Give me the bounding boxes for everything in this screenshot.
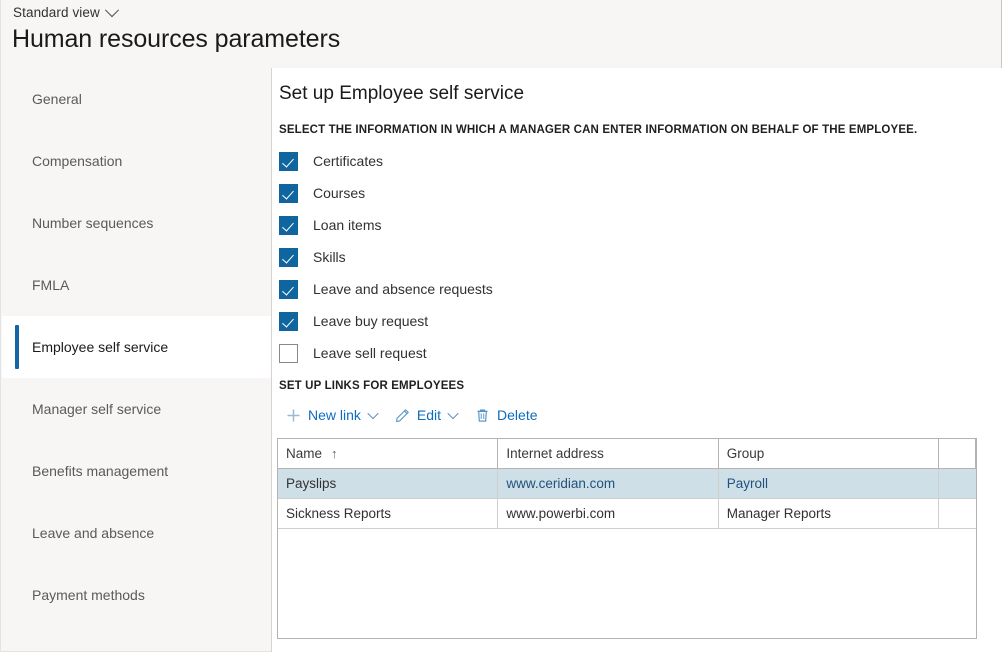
column-header-empty xyxy=(939,439,976,468)
cell-internet-address[interactable]: www.ceridian.com xyxy=(498,469,718,498)
cell-name[interactable]: Payslips xyxy=(278,469,498,498)
checkbox-label: Leave sell request xyxy=(313,345,427,361)
grid-toolbar: New link Edit Delete xyxy=(277,399,1002,431)
checkbox-list: Certificates Courses Loan items Skills L… xyxy=(279,145,1002,369)
column-header-group[interactable]: Group xyxy=(719,439,939,468)
checkbox-row-leave-buy-request[interactable]: Leave buy request xyxy=(279,305,1002,337)
checkbox-leave-sell-request[interactable] xyxy=(279,344,298,363)
checkbox-row-leave-and-absence-requests[interactable]: Leave and absence requests xyxy=(279,273,1002,305)
checkbox-row-leave-sell-request[interactable]: Leave sell request xyxy=(279,337,1002,369)
content-panel: Set up Employee self service SELECT THE … xyxy=(271,68,1002,652)
sidebar-item-employee-self-service[interactable]: Employee self service xyxy=(2,316,271,378)
cell-empty xyxy=(939,469,976,498)
sidebar-item-fmla[interactable]: FMLA xyxy=(2,254,271,316)
checkbox-label: Loan items xyxy=(313,217,381,233)
page-title: Human resources parameters xyxy=(12,25,340,54)
checkbox-leave-and-absence-requests[interactable] xyxy=(279,280,298,299)
sidebar-item-benefits-management[interactable]: Benefits management xyxy=(2,440,271,502)
edit-button[interactable]: Edit xyxy=(386,400,466,430)
checkbox-loan-items[interactable] xyxy=(279,216,298,235)
checkbox-skills[interactable] xyxy=(279,248,298,267)
grid-empty-area xyxy=(277,529,977,639)
sidebar-item-label: Leave and absence xyxy=(32,525,154,541)
checkbox-row-loan-items[interactable]: Loan items xyxy=(279,209,1002,241)
cell-group[interactable]: Manager Reports xyxy=(719,499,939,528)
checkbox-courses[interactable] xyxy=(279,184,298,203)
view-selector-label: Standard view xyxy=(13,5,100,20)
checkbox-label: Skills xyxy=(313,249,346,265)
sidebar-item-label: Manager self service xyxy=(32,401,161,417)
delete-button[interactable]: Delete xyxy=(466,400,546,430)
new-link-label: New link xyxy=(308,407,361,423)
sidebar-item-label: Number sequences xyxy=(32,215,153,231)
checkbox-label: Leave and absence requests xyxy=(313,281,493,297)
pencil-icon xyxy=(395,408,410,423)
section-title: Set up Employee self service xyxy=(279,83,1002,105)
grid-header-row: Name ↑ Internet address Group xyxy=(278,439,976,469)
selection-accent-bar xyxy=(15,325,19,369)
sidebar-item-label: Benefits management xyxy=(32,463,168,479)
sidebar-item-label: FMLA xyxy=(32,277,69,293)
column-header-label: Internet address xyxy=(506,446,604,461)
checkbox-label: Courses xyxy=(313,185,365,201)
cell-name[interactable]: Sickness Reports xyxy=(278,499,498,528)
sidebar-item-label: Compensation xyxy=(32,153,122,169)
checkbox-leave-buy-request[interactable] xyxy=(279,312,298,331)
chevron-down-icon xyxy=(447,408,458,419)
sidebar-item-general[interactable]: General xyxy=(2,68,271,130)
checkbox-label: Leave buy request xyxy=(313,313,428,329)
sidebar-item-compensation[interactable]: Compensation xyxy=(2,130,271,192)
checkbox-row-skills[interactable]: Skills xyxy=(279,241,1002,273)
trash-icon xyxy=(475,408,490,423)
cell-group[interactable]: Payroll xyxy=(719,469,939,498)
table-row[interactable]: Payslips www.ceridian.com Payroll xyxy=(278,469,976,499)
plus-icon xyxy=(286,408,301,423)
sidebar-item-leave-and-absence[interactable]: Leave and absence xyxy=(2,502,271,564)
sidebar-item-label: Employee self service xyxy=(32,339,168,355)
edit-label: Edit xyxy=(417,407,441,423)
column-header-internet-address[interactable]: Internet address xyxy=(498,439,718,468)
sidebar-item-label: Payment methods xyxy=(32,587,145,603)
checkbox-certificates[interactable] xyxy=(279,152,298,171)
app-window: Standard view Human resources parameters… xyxy=(0,0,1002,652)
column-header-label: Name xyxy=(286,446,322,461)
chevron-down-icon xyxy=(105,3,119,17)
new-link-button[interactable]: New link xyxy=(277,400,386,430)
checkbox-label: Certificates xyxy=(313,153,383,169)
checkbox-row-certificates[interactable]: Certificates xyxy=(279,145,1002,177)
delete-label: Delete xyxy=(497,407,537,423)
sidebar-item-number-sequences[interactable]: Number sequences xyxy=(2,192,271,254)
sort-ascending-icon: ↑ xyxy=(331,447,338,460)
table-row[interactable]: Sickness Reports www.powerbi.com Manager… xyxy=(278,499,976,529)
column-header-name[interactable]: Name ↑ xyxy=(278,439,498,468)
checkbox-row-courses[interactable]: Courses xyxy=(279,177,1002,209)
sidebar-item-payment-methods[interactable]: Payment methods xyxy=(2,564,271,626)
links-group-label: SET UP LINKS FOR EMPLOYEES xyxy=(279,380,1002,392)
sidebar-item-manager-self-service[interactable]: Manager self service xyxy=(2,378,271,440)
sidebar-navigation: General Compensation Number sequences FM… xyxy=(2,68,271,651)
links-grid: Name ↑ Internet address Group Payslips w… xyxy=(277,438,977,529)
cell-empty xyxy=(939,499,976,528)
chevron-down-icon xyxy=(367,408,378,419)
cell-internet-address[interactable]: www.powerbi.com xyxy=(498,499,718,528)
checkbox-group-label: SELECT THE INFORMATION IN WHICH A MANAGE… xyxy=(279,124,1002,136)
sidebar-item-label: General xyxy=(32,91,82,107)
view-selector-dropdown[interactable]: Standard view xyxy=(13,5,117,20)
column-header-label: Group xyxy=(727,446,765,461)
